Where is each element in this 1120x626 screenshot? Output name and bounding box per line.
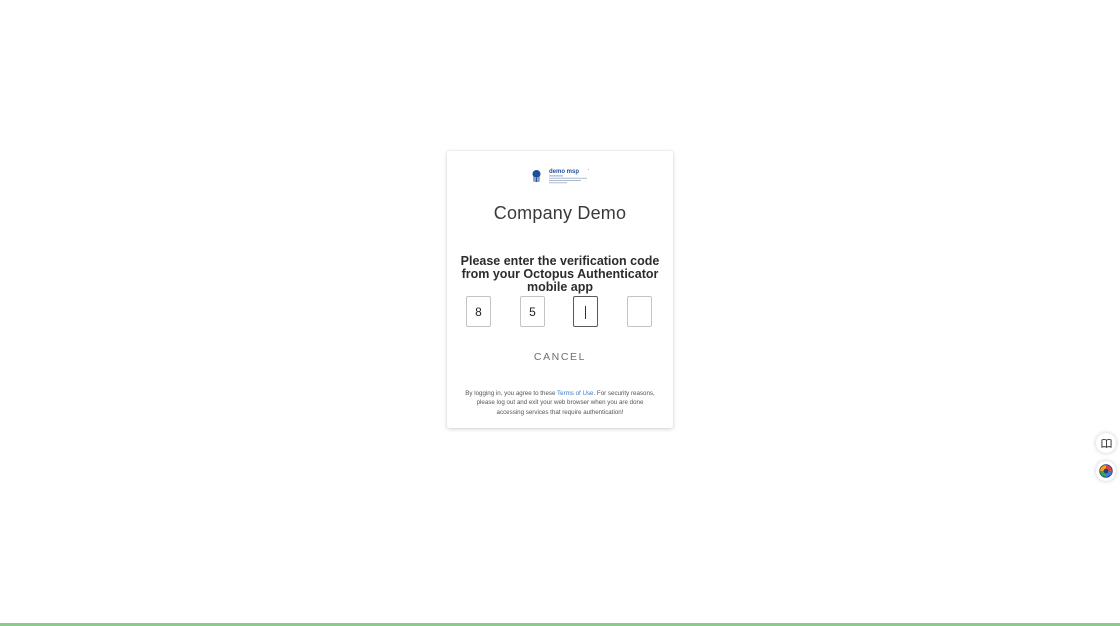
logo-image: demo msp • [532, 169, 589, 184]
terms-notice: By logging in, you agree to these Terms … [465, 389, 655, 417]
code-digit-4[interactable] [627, 296, 652, 327]
code-digit-3[interactable] [573, 296, 598, 327]
book-icon [1100, 438, 1112, 448]
svg-text:demo msp: demo msp [549, 169, 579, 175]
page: demo msp • Company Demo Please enter the… [0, 0, 1120, 626]
code-digit-1[interactable] [466, 296, 491, 327]
verification-prompt: Please enter the verification code from … [460, 254, 660, 294]
code-digit-2[interactable] [520, 296, 545, 327]
svg-text:•: • [588, 169, 589, 172]
side-book-button[interactable] [1096, 433, 1116, 453]
color-globe-icon [1099, 464, 1113, 478]
cancel-button[interactable]: CANCEL [520, 349, 600, 365]
terms-of-use-link[interactable]: Terms of Use [557, 390, 593, 397]
text-caret [585, 306, 586, 319]
company-logo: demo msp • [531, 167, 591, 187]
terms-text-before: By logging in, you agree to these [465, 390, 558, 397]
company-name: Company Demo [493, 203, 627, 223]
verification-code-row [466, 296, 656, 329]
side-globe-button[interactable] [1096, 461, 1116, 481]
login-card: demo msp • Company Demo Please enter the… [447, 151, 673, 428]
